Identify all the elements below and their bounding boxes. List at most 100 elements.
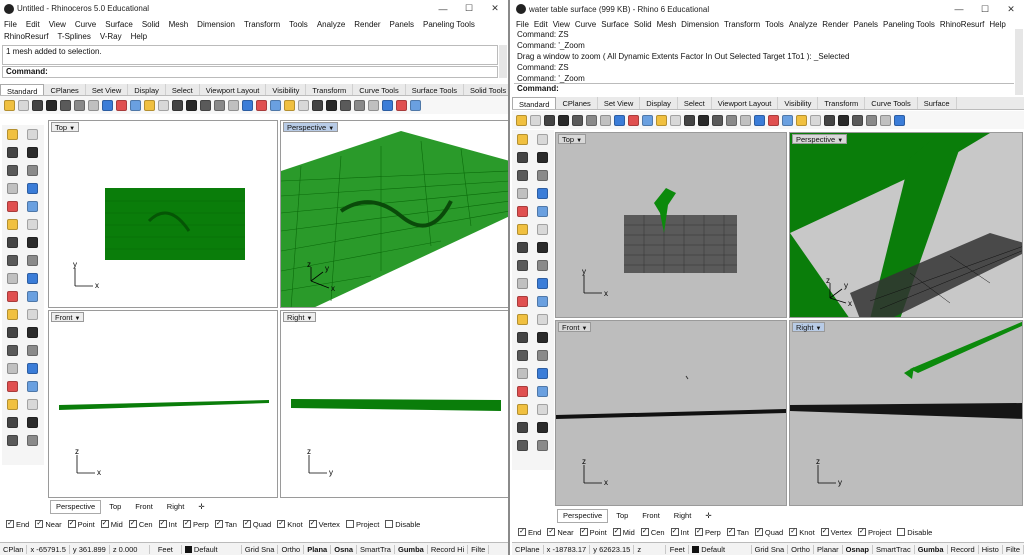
checkbox-icon[interactable]: ✓ <box>277 520 286 528</box>
menu-item-edit[interactable]: Edit <box>26 19 40 31</box>
status-layer[interactable]: Default <box>182 544 242 554</box>
tab-surface[interactable]: Surface <box>918 97 957 109</box>
sidebar-tool-icon[interactable] <box>536 151 548 163</box>
close-button[interactable]: ✕ <box>998 4 1024 15</box>
toolbar-tool-icon[interactable] <box>368 99 379 111</box>
sidebar-tool-icon[interactable] <box>536 223 548 235</box>
toolbar-tool-icon[interactable] <box>144 99 155 111</box>
sidebar-tool-icon[interactable] <box>516 169 528 181</box>
sidebar-tool-icon[interactable] <box>26 398 38 410</box>
checkbox-icon[interactable]: ✓ <box>242 520 251 528</box>
sidebar-tool-icon[interactable] <box>536 241 548 253</box>
checkbox-icon[interactable]: ✓ <box>754 528 763 536</box>
osnap-end[interactable]: ✓ End <box>6 520 29 529</box>
tab-transform[interactable]: Transform <box>818 97 866 109</box>
viewport-tab-front[interactable]: Front <box>636 509 666 523</box>
tab-cplanes[interactable]: CPlanes <box>44 84 86 95</box>
planar-toggle[interactable]: Planar <box>814 544 843 554</box>
checkbox-icon[interactable] <box>897 528 906 536</box>
sidebar-tool-icon[interactable] <box>26 164 38 176</box>
toolbar-tool-icon[interactable] <box>544 114 555 126</box>
viewport-label-top[interactable]: Top ▼ <box>558 134 587 144</box>
toolbar-tool-icon[interactable] <box>530 114 541 126</box>
menu-item-rhinoresurf[interactable]: RhinoResurf <box>4 31 48 43</box>
tab-curve-tools[interactable]: Curve Tools <box>865 97 918 109</box>
tab-display[interactable]: Display <box>640 97 678 109</box>
toolbar-tool-icon[interactable] <box>838 114 849 126</box>
checkbox-icon[interactable]: ✓ <box>6 520 14 528</box>
toolbar-tool-icon[interactable] <box>4 99 15 111</box>
toolbar-tool-icon[interactable] <box>656 114 667 126</box>
sidebar-tool-icon[interactable] <box>536 367 548 379</box>
sidebar-tool-icon[interactable] <box>26 380 38 392</box>
osnap-vertex[interactable]: ✓ Vertex <box>820 528 852 537</box>
toolbar-tool-icon[interactable] <box>628 114 639 126</box>
checkbox-icon[interactable]: ✓ <box>579 528 588 536</box>
minimize-button[interactable]: — <box>430 4 456 14</box>
sidebar-tool-icon[interactable] <box>536 439 548 451</box>
gumball-toggle[interactable]: Gumba <box>394 544 428 554</box>
sidebar-tool-icon[interactable] <box>6 182 18 194</box>
sidebar-tool-icon[interactable] <box>516 241 528 253</box>
filter-toggle[interactable]: Filte <box>468 544 490 554</box>
maximize-button[interactable]: ☐ <box>972 4 998 15</box>
viewport-label-perspective[interactable]: Perspective ▼ <box>792 134 848 144</box>
viewport-label-right[interactable]: Right ▼ <box>283 312 317 322</box>
sidebar-tool-icon[interactable] <box>26 290 38 302</box>
tab-curve-tools[interactable]: Curve Tools <box>353 84 406 95</box>
toolbar-tool-icon[interactable] <box>32 99 43 111</box>
toolbar-tool-icon[interactable] <box>782 114 793 126</box>
osnap-project[interactable]: Project <box>345 520 379 529</box>
toolbar-tool-icon[interactable] <box>670 114 681 126</box>
sidebar-tool-icon[interactable] <box>536 205 548 217</box>
checkbox-icon[interactable]: ✓ <box>640 528 649 536</box>
toolbar-tool-icon[interactable] <box>768 114 779 126</box>
osnap-perp[interactable]: ✓ Perp <box>182 520 209 529</box>
checkbox-icon[interactable]: ✓ <box>128 520 137 528</box>
tab-standard[interactable]: Standard <box>0 84 45 95</box>
sidebar-tool-icon[interactable] <box>26 200 38 212</box>
toolbar-tool-icon[interactable] <box>712 114 723 126</box>
toolbar-tool-icon[interactable] <box>172 99 183 111</box>
osnap-point[interactable]: ✓ Point <box>579 528 607 537</box>
osnap-disable[interactable]: Disable <box>897 528 932 537</box>
sidebar-tool-icon[interactable] <box>516 151 528 163</box>
history-toggle[interactable]: Histo <box>979 544 1003 554</box>
checkbox-icon[interactable]: ✓ <box>35 520 44 528</box>
osnap-perp[interactable]: ✓ Perp <box>694 528 721 537</box>
osnap-vertex[interactable]: ✓ Vertex <box>308 520 340 529</box>
toolbar-tool-icon[interactable] <box>312 99 323 111</box>
osnap-cen[interactable]: ✓ Cen <box>640 528 665 537</box>
sidebar-tool-icon[interactable] <box>516 277 528 289</box>
add-viewport-tab-icon[interactable]: ✛ <box>699 509 717 523</box>
menu-item-t-splines[interactable]: T-Splines <box>57 31 90 43</box>
toolbar-tool-icon[interactable] <box>684 114 695 126</box>
osnap-project[interactable]: ✓ Project <box>857 528 891 537</box>
toolbar-tool-icon[interactable] <box>256 99 267 111</box>
toolbar-tool-icon[interactable] <box>880 114 891 126</box>
sidebar-tool-icon[interactable] <box>536 187 548 199</box>
viewport-front[interactable]: Front ▼ z x <box>48 310 278 498</box>
tab-cplanes[interactable]: CPlanes <box>556 97 598 109</box>
sidebar-tool-icon[interactable] <box>536 331 548 343</box>
tab-display[interactable]: Display <box>128 84 166 95</box>
viewport-tab-top[interactable]: Top <box>103 500 127 514</box>
sidebar-tool-icon[interactable] <box>516 223 528 235</box>
viewport-label-right[interactable]: Right ▼ <box>792 322 826 332</box>
menu-item-help[interactable]: Help <box>131 31 147 43</box>
osnap-mid[interactable]: ✓ Mid <box>612 528 635 537</box>
tab-visibility[interactable]: Visibility <box>778 97 819 109</box>
sidebar-tool-icon[interactable] <box>6 272 18 284</box>
tab-select[interactable]: Select <box>166 84 200 95</box>
osnap-near[interactable]: ✓ Near <box>35 520 62 529</box>
sidebar-tool-icon[interactable] <box>516 205 528 217</box>
toolbar-tool-icon[interactable] <box>88 99 99 111</box>
menu-item-mesh[interactable]: Mesh <box>169 19 189 31</box>
sidebar-tool-icon[interactable] <box>536 277 548 289</box>
checkbox-icon[interactable]: ✓ <box>547 528 556 536</box>
menu-item-analyze[interactable]: Analyze <box>317 19 345 31</box>
viewport-right[interactable]: Right ▼ z y <box>280 310 508 498</box>
sidebar-tool-icon[interactable] <box>6 362 18 374</box>
sidebar-tool-icon[interactable] <box>6 236 18 248</box>
grid-snap-toggle[interactable]: Grid Sna <box>242 544 279 554</box>
